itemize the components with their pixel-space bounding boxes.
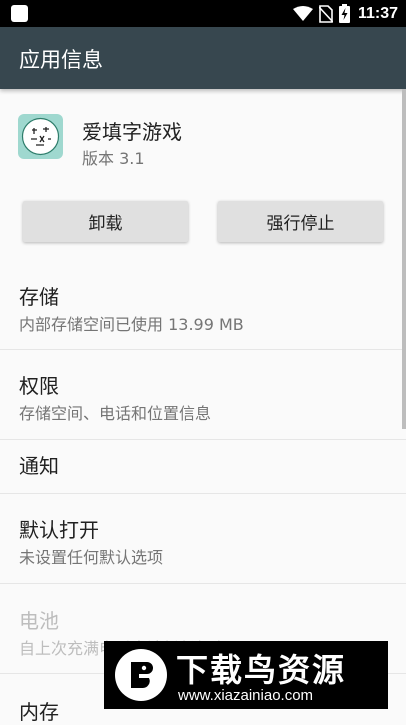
battery-title: 电池 [19,609,59,633]
open-by-default-item[interactable]: 默认打开 未设置任何默认选项 [0,494,406,583]
permissions-title: 权限 [19,374,59,398]
watermark-url: www.xiazainiao.com [178,687,314,704]
scrollbar[interactable] [402,89,406,429]
bird-logo-icon [115,649,167,701]
storage-item[interactable]: 存储 内部存储空间已使用 13.99 MB [0,261,406,349]
wifi-icon [292,5,313,21]
open-by-default-subtitle: 未设置任何默认选项 [19,548,164,567]
notifications-item[interactable]: 通知 [0,440,406,493]
app-name: 爱填字游戏 [82,120,182,144]
status-bar: 11:37 [0,0,406,27]
status-time: 11:37 [357,4,398,22]
page-title: 应用信息 [19,48,103,72]
storage-subtitle: 内部存储空间已使用 13.99 MB [19,315,244,334]
permissions-item[interactable]: 权限 存储空间、电话和位置信息 [0,350,406,439]
no-sim-icon [318,4,333,23]
battery-charging-icon [338,4,350,23]
force-stop-button[interactable]: 强行停止 [218,201,383,242]
status-icons: 11:37 [292,0,398,27]
app-bar: 应用信息 [0,27,406,89]
app-icon [18,114,63,159]
notifications-title: 通知 [19,454,59,478]
app-version: 版本 3.1 [82,149,145,168]
open-by-default-title: 默认打开 [19,518,99,542]
notification-icon [11,5,28,22]
uninstall-button[interactable]: 卸载 [23,201,188,242]
storage-title: 存储 [19,285,59,309]
watermark-title: 下载鸟资源 [176,651,347,689]
watermark: 下载鸟资源 www.xiazainiao.com [104,641,388,709]
permissions-subtitle: 存储空间、电话和位置信息 [19,404,212,423]
